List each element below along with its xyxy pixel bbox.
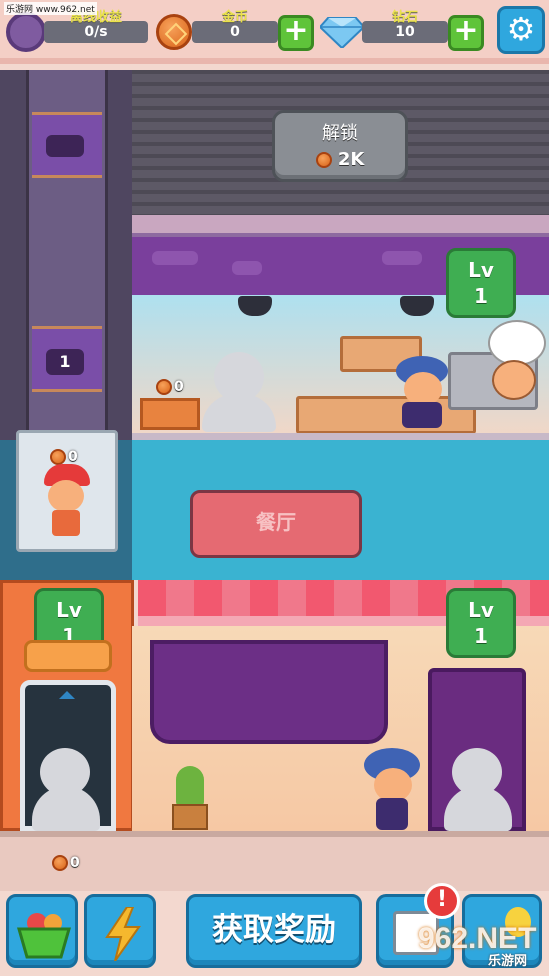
site-name-watermark: 乐游网 xyxy=(488,954,528,969)
unlock-cost: 2K xyxy=(275,149,405,170)
coin-box-icon[interactable] xyxy=(140,398,200,430)
shaft-floor-marker-locked xyxy=(46,135,84,157)
ground-coins-value: 0 xyxy=(70,854,80,871)
add-gems-button[interactable]: + xyxy=(448,15,484,51)
coin-icon xyxy=(156,378,172,395)
plant-icon xyxy=(176,766,204,806)
coin-icon xyxy=(52,854,68,871)
lightning-icon xyxy=(105,907,141,961)
restaurant-window xyxy=(150,640,388,744)
restaurant-sign: 餐厅 xyxy=(190,490,362,558)
waiter-character-icon[interactable] xyxy=(374,768,412,802)
unlock-button[interactable]: 解锁 2K xyxy=(272,110,408,182)
shop-button[interactable] xyxy=(6,894,78,968)
kitchen-box-coins: 0 xyxy=(156,376,184,395)
offline-income-value: 0/s xyxy=(84,24,108,40)
ground-coins: 0 xyxy=(52,852,80,871)
add-coins-button[interactable]: + xyxy=(278,15,314,51)
up-arrow-icon xyxy=(59,691,75,699)
kitchen-level-value: 1 xyxy=(474,284,488,308)
notification-alert: ! xyxy=(424,883,460,919)
kitchen-level-badge[interactable]: Lv 1 xyxy=(446,248,516,318)
elevator-car-coins-value: 0 xyxy=(68,448,78,465)
station-level-label: Lv xyxy=(56,598,82,622)
coin-icon xyxy=(50,448,66,465)
gear-icon: ⚙ xyxy=(506,10,536,48)
unlock-title: 解锁 xyxy=(322,123,358,144)
chef-character-icon[interactable] xyxy=(492,360,536,400)
settings-button[interactable]: ⚙ xyxy=(497,6,545,54)
shaft-floor-number: 1 xyxy=(46,349,84,375)
elevator-car-coins: 0 xyxy=(50,446,78,465)
coin-icon xyxy=(156,14,192,50)
get-reward-button[interactable]: 获取奖励 xyxy=(186,894,362,968)
gems-value: 10 xyxy=(395,24,415,40)
ground-strip xyxy=(0,831,549,891)
chef-hat-icon xyxy=(488,320,546,366)
gems-label: 钻石 xyxy=(391,10,418,25)
shaft-floor-pad-locked xyxy=(32,112,102,178)
restaurant-level-badge[interactable]: Lv 1 xyxy=(446,588,516,658)
unlock-cost-value: 2K xyxy=(337,149,365,170)
offline-income-icon xyxy=(6,12,46,52)
coins-label: 金币 xyxy=(221,10,248,25)
kitchen-level-label: Lv xyxy=(468,258,494,282)
coin-icon xyxy=(315,152,332,168)
kitchen-roof xyxy=(132,215,549,237)
shaft-floor-pad-1[interactable]: 1 xyxy=(32,326,102,392)
boost-button[interactable] xyxy=(84,894,156,968)
restaurant-level-label: Lv xyxy=(468,598,494,622)
diamond-icon xyxy=(320,17,364,48)
kitchen-box-coins-value: 0 xyxy=(174,378,184,395)
elevator-operator-icon[interactable] xyxy=(48,480,84,512)
waiter-character-icon[interactable] xyxy=(404,372,442,406)
restaurant-level-value: 1 xyxy=(474,624,488,648)
site-watermark: 乐游网 www.962.net xyxy=(4,2,97,15)
basket-icon xyxy=(17,913,71,959)
coins-value: 0 xyxy=(230,24,240,40)
